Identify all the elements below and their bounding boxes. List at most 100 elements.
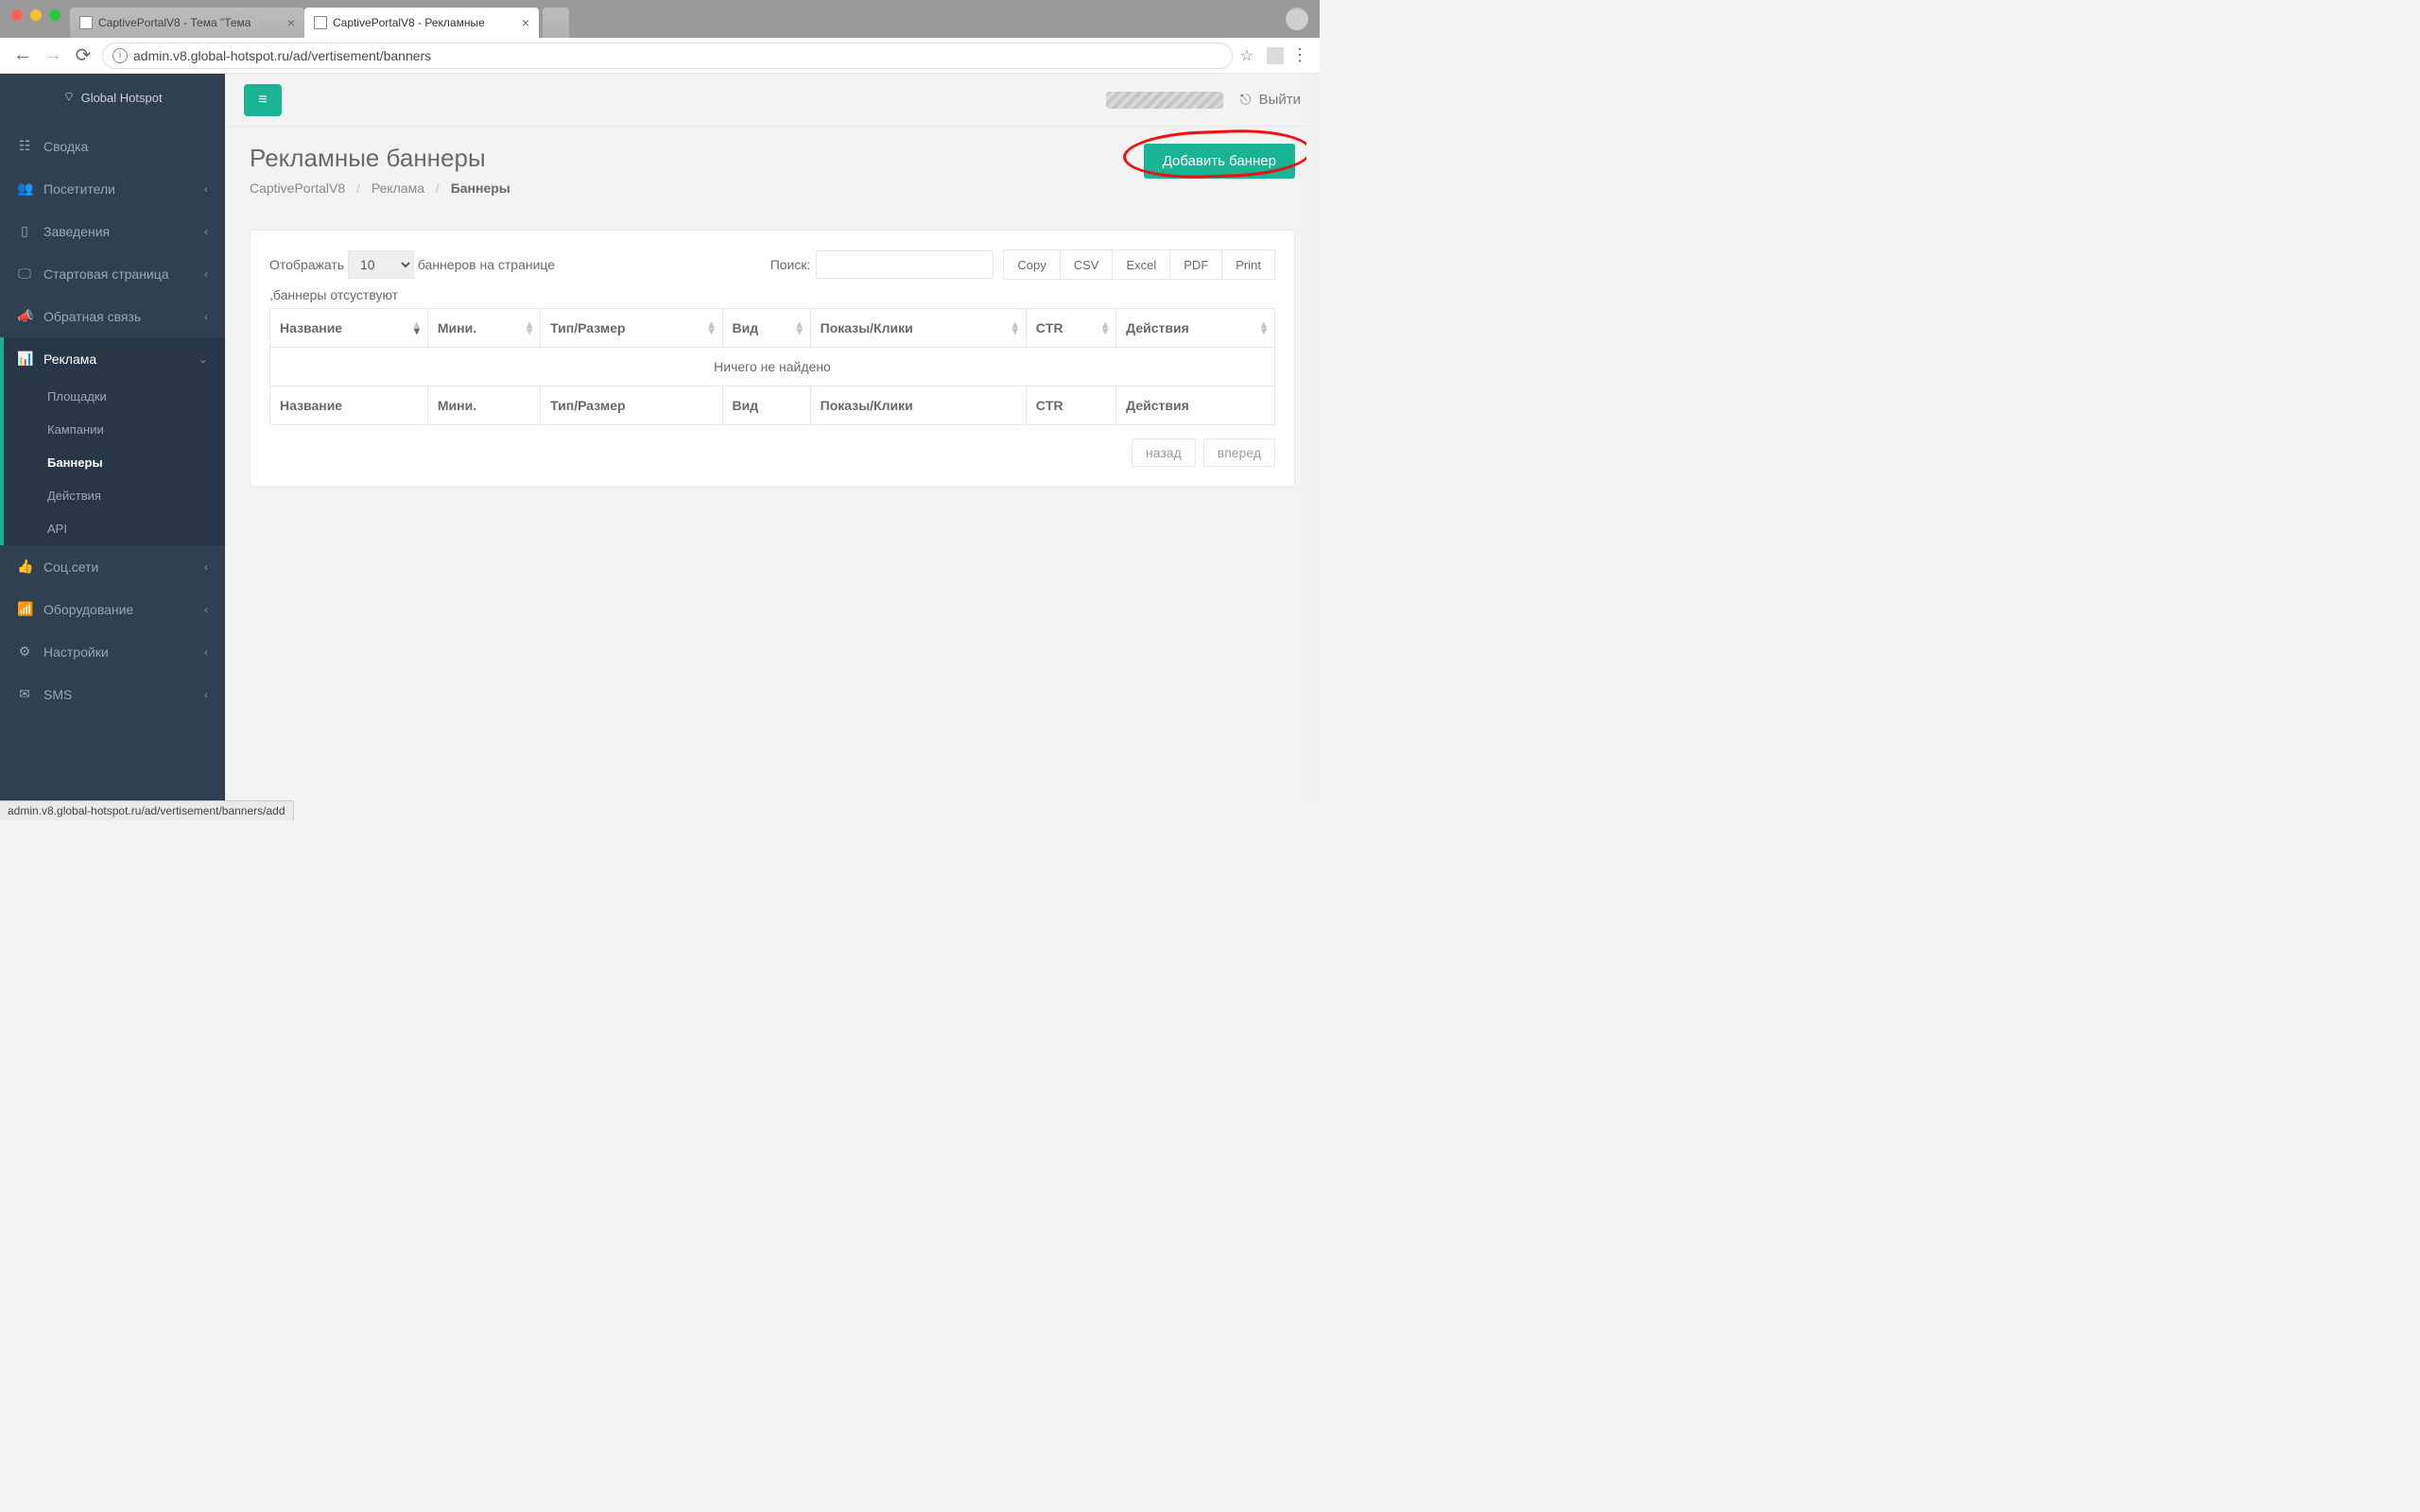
search-input[interactable] [816, 250, 994, 279]
window-minimize-icon[interactable] [30, 9, 42, 21]
close-icon[interactable]: × [522, 16, 529, 29]
tab-title: CaptivePortalV8 - Рекламные [333, 16, 485, 29]
sidebar-item[interactable]: 📣 Обратная связь ‹ [0, 295, 225, 337]
sort-icon: ▴▾ [1012, 321, 1018, 335]
bars-icon: ≡ [258, 92, 267, 109]
chevron-left-icon: ‹ [204, 560, 208, 574]
window-controls [11, 9, 60, 21]
pagination: назад вперед [269, 438, 1275, 467]
sidebar-item-label: SMS [43, 687, 72, 702]
menu-icon[interactable]: ⋮ [1291, 45, 1308, 65]
tab-title: CaptivePortalV8 - Тема "Тема [98, 16, 251, 29]
page-title: Рекламные баннеры [250, 144, 510, 173]
sidebar-subitem[interactable]: API [4, 512, 225, 545]
export-button[interactable]: Print [1222, 249, 1275, 280]
column-header[interactable]: Вид▴▾ [722, 309, 810, 348]
column-footer: CTR [1026, 387, 1115, 425]
close-icon[interactable]: × [287, 16, 295, 29]
page-icon [79, 16, 93, 29]
column-header[interactable]: CTR▴▾ [1026, 309, 1115, 348]
column-footer: Название [270, 387, 428, 425]
column-header[interactable]: Показы/Клики▴▾ [810, 309, 1026, 348]
breadcrumb-item[interactable]: Реклама [372, 180, 424, 196]
sort-icon: ▴▾ [1261, 321, 1267, 335]
column-header[interactable]: Действия▴▾ [1116, 309, 1275, 348]
sort-icon: ▴▾ [797, 321, 803, 335]
export-button[interactable]: CSV [1061, 249, 1114, 280]
pager-prev-button[interactable]: назад [1132, 438, 1196, 467]
sidebar-subitem[interactable]: Действия [4, 479, 225, 512]
browser-tab[interactable]: CaptivePortalV8 - Рекламные × [304, 8, 539, 38]
sidebar-item-label: Заведения [43, 224, 110, 239]
nav-icon: 👥 [17, 180, 32, 197]
nav-icon: 🖵 [17, 266, 32, 282]
pager-next-button[interactable]: вперед [1203, 438, 1275, 467]
logout-label: Выйти [1259, 92, 1301, 108]
sidebar-item[interactable]: ⚙ Настройки ‹ [0, 630, 225, 673]
export-button[interactable]: PDF [1170, 249, 1222, 280]
breadcrumb-item[interactable]: CaptivePortalV8 [250, 180, 345, 196]
sidebar-item[interactable]: ✉ SMS ‹ [0, 673, 225, 715]
export-button[interactable]: Excel [1113, 249, 1170, 280]
sign-out-icon: ⎋ [1240, 92, 1252, 108]
window-close-icon[interactable] [11, 9, 23, 21]
nav-icon: 📣 [17, 308, 32, 324]
sidebar-item-label: Соц.сети [43, 559, 98, 575]
breadcrumb-current: Баннеры [451, 180, 510, 196]
sidebar-item-label: Стартовая страница [43, 266, 169, 282]
sidebar-subitem[interactable]: Кампании [4, 413, 225, 446]
length-select[interactable]: 10 [348, 250, 414, 279]
sidebar-subitem[interactable]: Баннеры [4, 446, 225, 479]
sidebar-item[interactable]: ▯ Заведения ‹ [0, 210, 225, 252]
browser-status-bar: admin.v8.global-hotspot.ru/ad/vertisemen… [0, 800, 294, 820]
sidebar-item[interactable]: 📶 Оборудование ‹ [0, 588, 225, 630]
scrollbar-track[interactable] [1306, 74, 1320, 801]
browser-tab[interactable]: CaptivePortalV8 - Тема "Тема × [70, 8, 304, 38]
length-post: баннеров на странице [418, 257, 555, 272]
sidebar-item-label: Реклама [43, 352, 96, 367]
sort-icon: ▴▾ [527, 321, 532, 335]
nav-icon: ▯ [17, 223, 32, 239]
sidebar-item[interactable]: ☷ Сводка [0, 125, 225, 167]
chevron-left-icon: ‹ [204, 225, 208, 238]
sidebar: ⌔ Global Hotspot ☷ Сводка 👥 Посетители ‹… [0, 74, 225, 801]
bookmark-icon[interactable]: ☆ [1240, 46, 1253, 65]
add-banner-button[interactable]: Добавить баннер [1144, 144, 1295, 179]
sidebar-item[interactable]: 👍 Соц.сети ‹ [0, 545, 225, 588]
url-text: admin.v8.global-hotspot.ru/ad/vertisemen… [133, 48, 431, 63]
export-button[interactable]: Copy [1003, 249, 1060, 280]
wifi-icon: ⌔ [62, 89, 75, 106]
back-button[interactable]: ← [11, 44, 34, 66]
sidebar-item[interactable]: 📊 Реклама ⌄ [0, 337, 225, 380]
sidebar-subitem[interactable]: Площадки [4, 380, 225, 413]
sort-icon: ▴▾ [1102, 321, 1108, 335]
reload-button[interactable]: ⟳ [72, 43, 95, 67]
logout-link[interactable]: ⎋ Выйти [1240, 92, 1301, 108]
column-header[interactable]: Мини.▴▾ [427, 309, 540, 348]
menu-toggle-button[interactable]: ≡ [244, 84, 282, 116]
profile-avatar-icon[interactable] [1286, 8, 1308, 30]
column-header[interactable]: Название▴▾ [270, 309, 428, 348]
no-data-cell: Ничего не найдено [270, 348, 1275, 387]
sidebar-item-label: Настройки [43, 644, 109, 660]
forward-button[interactable]: → [42, 44, 64, 66]
column-header[interactable]: Тип/Размер▴▾ [541, 309, 722, 348]
topbar: ≡ ⎋ Выйти [225, 74, 1320, 127]
brand: ⌔ Global Hotspot [0, 74, 225, 108]
breadcrumb: CaptivePortalV8 / Реклама / Баннеры [250, 180, 510, 196]
new-tab-button[interactable] [543, 8, 569, 38]
sidebar-item[interactable]: 🖵 Стартовая страница ‹ [0, 252, 225, 295]
column-footer: Действия [1116, 387, 1275, 425]
banners-table: Название▴▾Мини.▴▾Тип/Размер▴▾Вид▴▾Показы… [269, 308, 1275, 425]
search-label: Поиск: [770, 257, 811, 272]
browser-toolbar: ← → ⟳ i admin.v8.global-hotspot.ru/ad/ve… [0, 38, 1320, 74]
site-info-icon[interactable]: i [112, 48, 128, 63]
sort-icon: ▴▾ [414, 321, 420, 335]
column-footer: Показы/Клики [810, 387, 1026, 425]
extension-icon[interactable] [1267, 47, 1284, 64]
chevron-left-icon: ‹ [204, 645, 208, 659]
address-bar[interactable]: i admin.v8.global-hotspot.ru/ad/vertisem… [102, 43, 1233, 69]
sidebar-item[interactable]: 👥 Посетители ‹ [0, 167, 225, 210]
window-zoom-icon[interactable] [49, 9, 60, 21]
username-redacted [1106, 92, 1223, 109]
